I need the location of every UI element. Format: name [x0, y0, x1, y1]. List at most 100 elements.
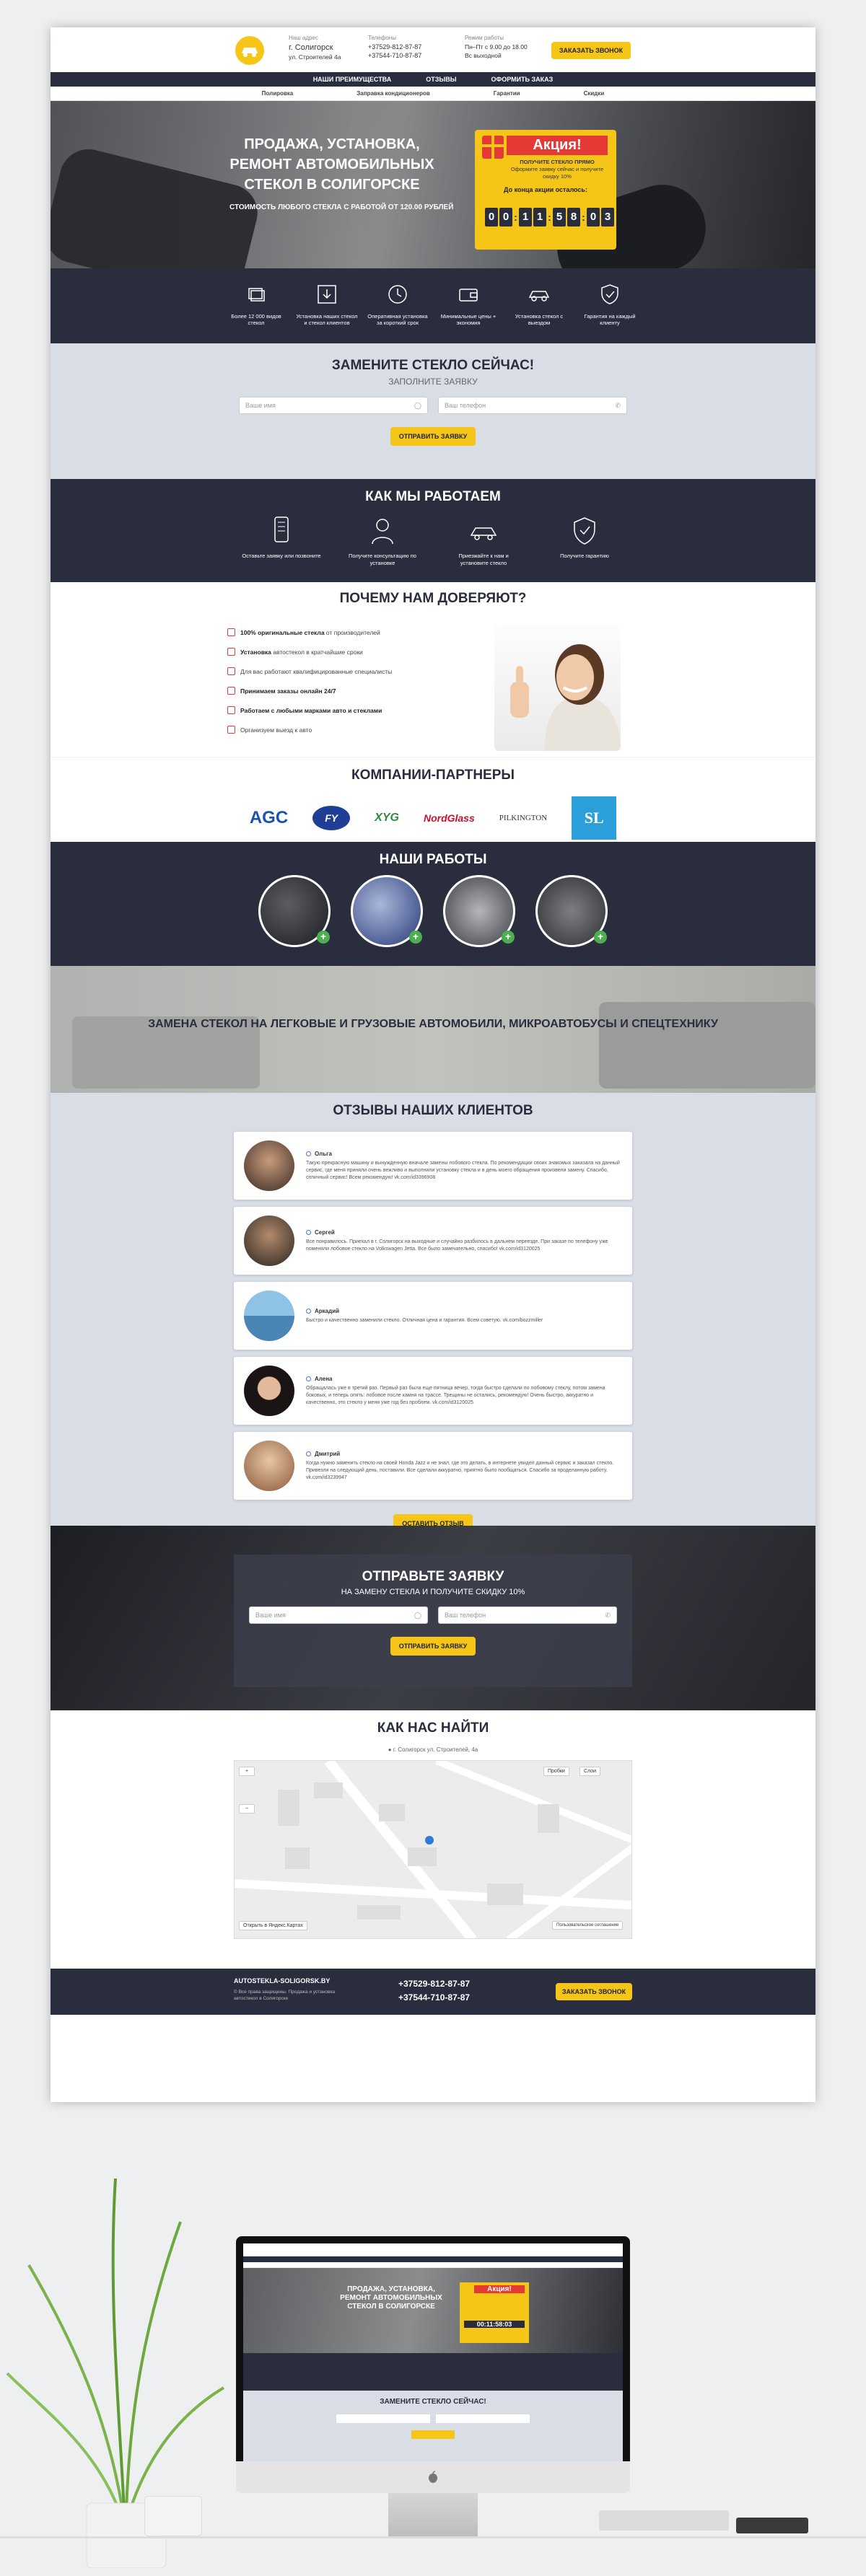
trust-item: Принимаем заказы онлайн 24/7 [227, 681, 392, 700]
name-input[interactable]: Ваше имя ◯ [249, 1606, 428, 1624]
map-zoom-in[interactable]: + [239, 1767, 255, 1776]
smiling-woman-photo [494, 624, 621, 751]
nav-reviews[interactable]: Отзывы [426, 76, 456, 83]
phone-2[interactable]: +37544-710-87-87 [368, 52, 421, 59]
phone-1[interactable]: +37529-812-87-87 [368, 43, 421, 50]
submit-button[interactable]: Отправить заявку [390, 427, 476, 446]
car-icon [470, 527, 497, 540]
nav-polishing[interactable]: Полировка [262, 90, 294, 97]
avatar [244, 1216, 294, 1266]
terms-link[interactable]: Пользовательское соглашение [552, 1921, 624, 1930]
city: г. Солигорск [289, 43, 333, 52]
work-photo[interactable]: + [258, 875, 331, 947]
plus-icon[interactable]: + [317, 931, 330, 944]
form-title: Отправьте заявку [362, 1569, 504, 1584]
user-icon: ◯ [414, 401, 421, 409]
nav-order[interactable]: Оформить заказ [491, 76, 554, 83]
phone-icon: ✆ [615, 401, 621, 409]
review-text: Все понравилось. Приехал в г. Солигорск … [306, 1239, 608, 1252]
logo[interactable] [235, 36, 264, 65]
partners-section: Компании-партнеры AGC FY XYG NordGlass P… [51, 757, 815, 842]
countdown-timer: 00: 11: 58: 03 [485, 208, 614, 227]
work-photo[interactable]: + [443, 875, 515, 947]
clock-icon [388, 285, 407, 304]
feature-item: Более 12 000 видов стекол [224, 281, 289, 343]
hero-section: Продажа, установка, ремонт автомобильных… [51, 101, 815, 268]
site-footer: AUTOSTEKLA-SOLIGORSK.BY © Все права защи… [51, 1969, 815, 2015]
section-title: Почему нам доверяют? [339, 591, 527, 606]
section-title: Как нас найти [377, 1720, 489, 1736]
shield-icon [227, 706, 235, 714]
mockup-promo: Акция! [474, 2285, 525, 2293]
name-placeholder: Ваше имя [245, 402, 276, 409]
timer-digit: 3 [601, 208, 614, 227]
reviewer-name: Сергей [315, 1228, 335, 1236]
imac-mockup: Продажа, установка, ремонт автомобильных… [236, 2236, 630, 2493]
countdown-label: До конца акции осталось: [504, 186, 587, 193]
footer-call-button[interactable]: Заказать звонок [556, 1983, 632, 2000]
reviewer-name: Дмитрий [315, 1450, 341, 1457]
traffic-button[interactable]: Пробки [543, 1767, 569, 1776]
call-request-button[interactable]: Заказать звонок [551, 42, 631, 59]
footer-phone-1[interactable]: +37529-812-87-87 [398, 1977, 470, 1991]
nav-guarantees[interactable]: Гарантии [494, 90, 520, 97]
phones-block: Телефоны +37529-812-87-87 +37544-710-87-… [368, 35, 421, 61]
step-item: Получите гарантию [545, 515, 624, 567]
download-box-icon [318, 285, 336, 304]
promo-text: ПОЛУЧИТЕ СТЕКЛО ПРЯМО Оформите заявку сей… [507, 159, 608, 180]
work-photo[interactable]: + [535, 875, 608, 947]
partner-logo-agc: AGC [249, 808, 289, 827]
car-glass-logo-icon [242, 48, 258, 57]
works-section: Наши работы + + + + [51, 842, 815, 966]
phone-icon: ✆ [605, 1611, 611, 1619]
trust-item: Установка автостекол в кратчайшие сроки [227, 642, 392, 661]
avatar [244, 1366, 294, 1416]
open-in-yandex-link[interactable]: Открыть в Яндекс.Картах [239, 1921, 307, 1930]
section-title: Как мы работаем [365, 489, 501, 504]
vk-icon [306, 1451, 311, 1456]
vk-icon [306, 1151, 311, 1156]
work-photo[interactable]: + [351, 875, 423, 947]
map-widget[interactable]: + − Пробки Слои Открыть в Яндекс.Картах … [234, 1760, 632, 1939]
map-zoom-out[interactable]: − [239, 1804, 255, 1814]
trust-item: Организуем выезд к авто [227, 720, 392, 739]
step-text: Получите консультацию по установке [349, 553, 416, 566]
truck-icon [227, 726, 235, 734]
gift-icon [482, 136, 504, 159]
plus-icon[interactable]: + [502, 931, 515, 944]
shield-check-icon [601, 284, 618, 304]
form-title: Замените стекло сейчас! [331, 358, 535, 373]
review-card: Алена Обращалась уже в третий раз. Первый… [234, 1357, 632, 1425]
footer-phone-2[interactable]: +37544-710-87-87 [398, 1991, 470, 2005]
features-strip: Более 12 000 видов стекол Установка наши… [51, 268, 815, 343]
phone-input[interactable]: Ваш телефон ✆ [438, 1606, 617, 1624]
section-title: Наши работы [379, 852, 487, 867]
phone-placeholder: Ваш телефон [445, 402, 486, 409]
consultant-icon [372, 519, 393, 545]
street: ул. Строителей 4а [289, 53, 341, 61]
map-pin-icon: ● [388, 1746, 392, 1753]
name-input[interactable]: Ваше имя ◯ [239, 397, 428, 414]
phone-input[interactable]: Ваш телефон ✆ [438, 397, 627, 414]
review-text: Такую прекрасную машину и вынужденную вн… [306, 1160, 620, 1180]
nav-ac-refill[interactable]: Заправка кондиционеров [357, 90, 430, 97]
imac-stand [388, 2493, 478, 2536]
nav-discounts[interactable]: Скидки [584, 90, 605, 97]
phone-placeholder: Ваш телефон [445, 1612, 486, 1619]
map-section: Как нас найти ● г. Солигорск ул. Строите… [51, 1710, 815, 1969]
review-text: Быстро и качественно заменили стекло. От… [306, 1317, 543, 1323]
nav-advantages[interactable]: Наши преимущества [313, 76, 392, 83]
plus-icon[interactable]: + [409, 931, 422, 944]
submit-button[interactable]: Отправить заявку [390, 1637, 476, 1656]
plus-icon[interactable]: + [594, 931, 607, 944]
feature-item: Минимальные цены + экономия [436, 281, 501, 343]
layers-button[interactable]: Слои [579, 1767, 601, 1776]
form-subtitle: Заполните заявку [388, 377, 478, 387]
landing-page: Наш адрес г. Солигорск ул. Строителей 4а… [51, 27, 815, 2102]
section-title: Отзывы наших клиентов [333, 1103, 533, 1118]
check-icon [227, 628, 235, 636]
vk-icon [306, 1376, 311, 1381]
phones-label: Телефоны [368, 35, 396, 41]
reviews-section: Отзывы наших клиентов Ольга Такую прекрас… [51, 1093, 815, 1533]
mockup-form-title: Замените стекло сейчас! [380, 2398, 486, 2406]
